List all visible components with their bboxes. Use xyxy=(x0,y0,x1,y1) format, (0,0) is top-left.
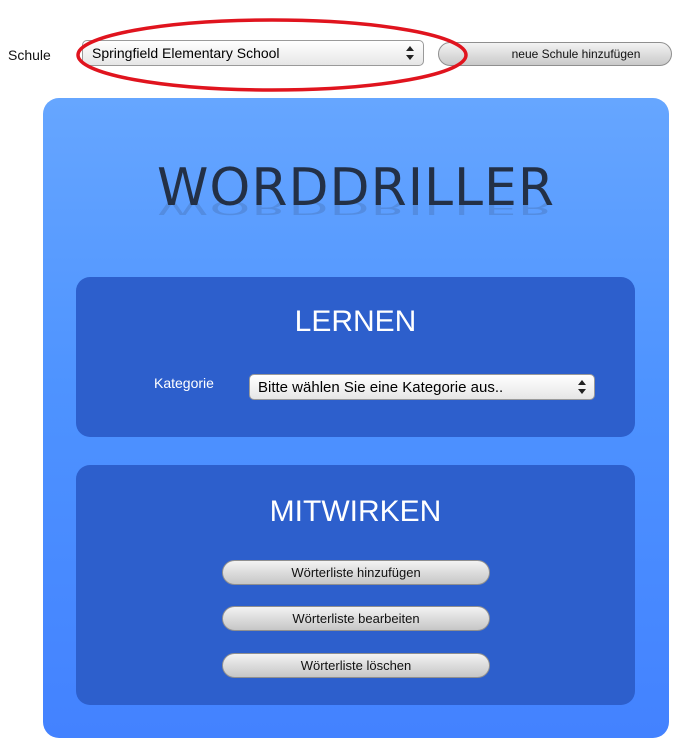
school-select-value: Springfield Elementary School xyxy=(92,45,280,61)
category-select[interactable]: Bitte wählen Sie eine Kategorie aus.. xyxy=(249,374,595,400)
delete-wordlist-button[interactable]: Wörterliste löschen xyxy=(222,653,490,678)
category-label: Kategorie xyxy=(154,375,214,391)
add-wordlist-button[interactable]: Wörterliste hinzufügen xyxy=(222,560,490,585)
main-panel: WORDDRILLER WORDDRILLER LERNEN Kategorie… xyxy=(43,98,669,738)
category-select-value: Bitte wählen Sie eine Kategorie aus.. xyxy=(258,378,504,396)
select-updown-arrows-icon xyxy=(578,380,586,394)
contribute-section: MITWIRKEN Wörterliste hinzufügen Wörterl… xyxy=(76,465,635,705)
add-school-button[interactable]: neue Schule hinzufügen xyxy=(438,42,672,66)
learn-heading: LERNEN xyxy=(294,305,417,338)
school-label: Schule xyxy=(8,47,51,63)
school-select[interactable]: Springfield Elementary School xyxy=(82,40,424,66)
select-updown-arrows-icon xyxy=(406,46,414,60)
contribute-heading: MITWIRKEN xyxy=(269,495,442,528)
app-title-reflection: WORDDRILLER xyxy=(157,197,555,218)
edit-wordlist-button[interactable]: Wörterliste bearbeiten xyxy=(222,606,490,631)
learn-section: LERNEN Kategorie Bitte wählen Sie eine K… xyxy=(76,277,635,437)
